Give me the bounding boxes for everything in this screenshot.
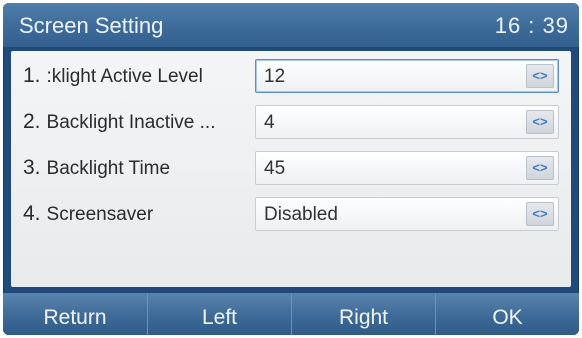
softkey-bar: Return Left Right OK — [3, 293, 579, 335]
setting-row-backlight-inactive-level[interactable]: 2. Backlight Inactive ... 4 <> — [11, 99, 571, 145]
ok-softkey[interactable]: OK — [435, 293, 579, 335]
setting-label: 3. Backlight Time — [23, 156, 255, 180]
setting-label: 2. Backlight Inactive ... — [23, 110, 255, 134]
left-softkey[interactable]: Left — [147, 293, 291, 335]
setting-name: :klight Active Level — [46, 66, 203, 87]
backlight-time-selector[interactable]: 45 <> — [255, 151, 559, 185]
backlight-inactive-level-selector[interactable]: 4 <> — [255, 105, 559, 139]
setting-name: Screensaver — [46, 204, 154, 225]
setting-value: 45 — [264, 158, 286, 179]
left-right-arrows-icon[interactable]: <> — [526, 156, 554, 180]
right-softkey[interactable]: Right — [291, 293, 435, 335]
setting-row-screensaver[interactable]: 4. Screensaver Disabled <> — [11, 191, 571, 237]
left-right-arrows-icon[interactable]: <> — [526, 202, 554, 226]
screensaver-selector[interactable]: Disabled <> — [255, 197, 559, 231]
phone-screen: Screen Setting 16 : 39 1.:klight Active … — [3, 3, 579, 335]
setting-label: 4. Screensaver — [23, 202, 255, 226]
left-right-arrows-icon[interactable]: <> — [526, 110, 554, 134]
setting-number: 1. — [23, 64, 41, 87]
setting-label: 1.:klight Active Level — [23, 64, 255, 88]
left-right-arrows-icon[interactable]: <> — [526, 64, 554, 88]
title-bar: Screen Setting 16 : 39 — [3, 3, 579, 47]
setting-value: Disabled — [264, 204, 338, 225]
page-title: Screen Setting — [19, 13, 164, 38]
settings-list: 1.:klight Active Level 12 <> 2. Backlight… — [11, 51, 571, 287]
setting-number: 3. — [23, 156, 41, 179]
setting-name: Backlight Inactive ... — [46, 112, 216, 133]
setting-number: 2. — [23, 110, 41, 133]
setting-row-backlight-active-level[interactable]: 1.:klight Active Level 12 <> — [11, 53, 571, 99]
setting-row-backlight-time[interactable]: 3. Backlight Time 45 <> — [11, 145, 571, 191]
setting-name: Backlight Time — [46, 158, 171, 179]
setting-value: 12 — [264, 66, 286, 87]
clock: 16 : 39 — [494, 13, 569, 38]
setting-value: 4 — [264, 112, 275, 133]
setting-number: 4. — [23, 202, 41, 225]
return-softkey[interactable]: Return — [3, 293, 147, 335]
backlight-active-level-selector[interactable]: 12 <> — [255, 59, 559, 93]
